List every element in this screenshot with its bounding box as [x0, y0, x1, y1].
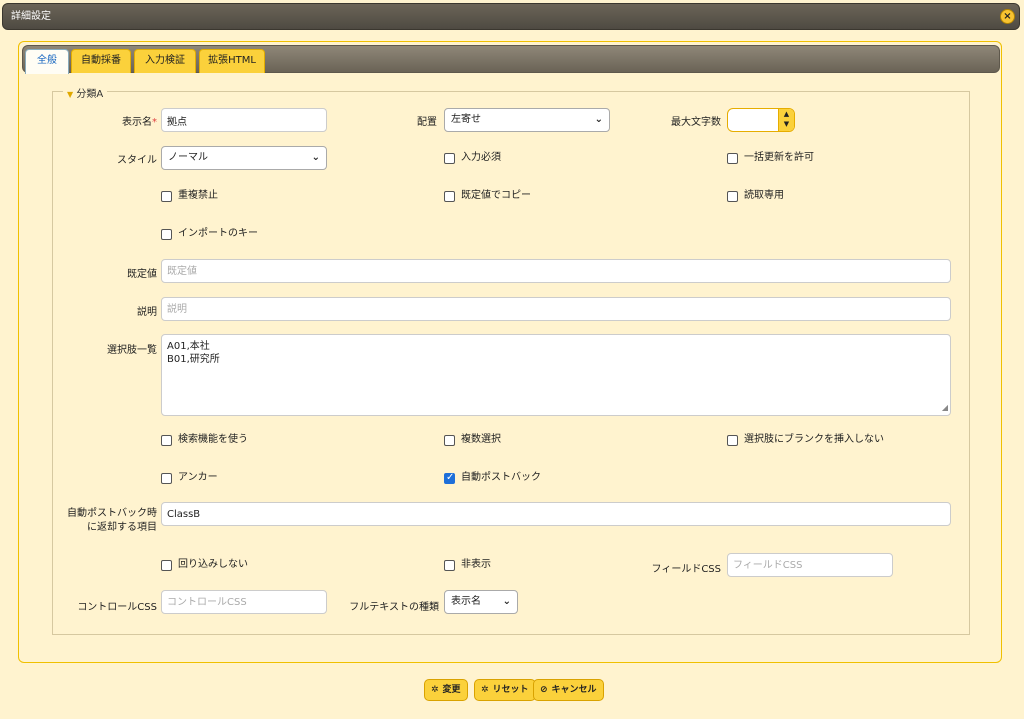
- use-search-checkbox[interactable]: 検索機能を使う: [161, 433, 248, 447]
- checkbox-box[interactable]: [444, 190, 455, 202]
- required-checkbox[interactable]: 入力必須: [444, 151, 501, 165]
- checkbox-box[interactable]: [444, 152, 455, 164]
- multi-select-checkbox[interactable]: 複数選択: [444, 433, 501, 447]
- section-legend[interactable]: ▼ 分類A: [63, 85, 108, 100]
- window-titlebar: 詳細設定 ×: [2, 3, 1020, 30]
- read-only-checkbox[interactable]: 読取専用: [727, 189, 784, 203]
- chevron-down-icon: ⌄: [311, 152, 320, 163]
- chevron-down-icon: ⌄: [594, 114, 603, 125]
- checkbox-box[interactable]: [161, 472, 172, 484]
- bulk-update-checkbox[interactable]: 一括更新を許可: [727, 151, 814, 165]
- cancel-button[interactable]: ⊘ キャンセル: [533, 679, 604, 701]
- default-value-label: 既定値: [127, 269, 157, 280]
- no-blank-checkbox[interactable]: 選択肢にブランクを挿入しない: [727, 433, 884, 447]
- postback-items-label: 自動ポストバック時 に返却する項目: [67, 508, 157, 533]
- control-css-label: コントロールCSS: [77, 602, 157, 613]
- max-length-label: 最大文字数: [671, 117, 721, 128]
- default-value-input[interactable]: [161, 259, 951, 283]
- no-wrap-checkbox[interactable]: 回り込みしない: [161, 558, 248, 572]
- max-length-stepper[interactable]: ▲ ▼: [727, 108, 795, 132]
- section-fieldset: ▼ 分類A 表示名* 配置 左寄せ⌄ 最大文字数 ▲▼ スタイル ノーマル⌄ 入…: [52, 85, 970, 635]
- checkbox-box[interactable]: [161, 434, 172, 446]
- checkbox-box[interactable]: [727, 190, 738, 202]
- chevron-down-icon: ⌄: [502, 596, 511, 607]
- reset-button[interactable]: ✲ リセット: [474, 679, 536, 701]
- checkbox-box[interactable]: [727, 434, 738, 446]
- fulltext-type-label: フルテキストの種類: [349, 602, 439, 613]
- change-button[interactable]: ✲ 変更: [424, 679, 468, 701]
- display-name-label: 表示名*: [122, 117, 157, 128]
- import-key-checkbox[interactable]: インポートのキー: [161, 227, 258, 241]
- tab-bar: 全般 自動採番 入力検証 拡張HTML: [22, 45, 1000, 74]
- tab-validation[interactable]: 入力検証: [134, 49, 196, 73]
- gear-icon: ✲: [481, 685, 489, 695]
- field-css-label: フィールドCSS: [651, 564, 721, 575]
- checkbox-box[interactable]: [161, 559, 172, 571]
- hidden-checkbox[interactable]: 非表示: [444, 558, 491, 572]
- tab-extended-html[interactable]: 拡張HTML: [199, 49, 265, 73]
- resize-grip-icon[interactable]: ◢: [942, 401, 948, 414]
- description-label: 説明: [137, 307, 157, 318]
- control-css-input[interactable]: [161, 590, 327, 614]
- window-title: 詳細設定: [11, 11, 51, 22]
- checkbox-box[interactable]: [444, 559, 455, 571]
- no-duplicate-checkbox[interactable]: 重複禁止: [161, 189, 218, 203]
- collapse-triangle-icon: ▼: [67, 90, 74, 99]
- cancel-icon: ⊘: [540, 685, 548, 695]
- gear-icon: ✲: [431, 685, 439, 695]
- checkbox-box[interactable]: [444, 434, 455, 446]
- stepper-arrows-icon[interactable]: ▲ ▼: [778, 109, 794, 131]
- anchor-checkbox[interactable]: アンカー: [161, 471, 218, 485]
- postback-items-input[interactable]: [161, 502, 951, 526]
- checkbox-box[interactable]: [161, 228, 172, 240]
- field-css-input[interactable]: [727, 553, 893, 577]
- choices-label: 選択肢一覧: [107, 345, 157, 356]
- checkbox-box-checked[interactable]: [444, 471, 455, 485]
- tab-general[interactable]: 全般: [25, 49, 69, 74]
- style-label: スタイル: [117, 155, 157, 166]
- style-select[interactable]: ノーマル ⌄: [161, 146, 327, 170]
- fulltext-type-select[interactable]: 表示名 ⌄: [444, 590, 518, 614]
- choices-textarea[interactable]: A01,本社 B01,研究所 ◢: [161, 334, 951, 416]
- display-name-input[interactable]: [161, 108, 327, 132]
- alignment-select[interactable]: 左寄せ ⌄: [444, 108, 610, 132]
- alignment-label: 配置: [417, 117, 437, 128]
- auto-postback-checkbox[interactable]: 自動ポストバック: [444, 471, 541, 485]
- settings-panel: 全般 自動採番 入力検証 拡張HTML ▼ 分類A 表示名* 配置 左寄せ⌄ 最…: [18, 41, 1002, 663]
- close-icon[interactable]: ×: [1000, 9, 1015, 24]
- checkbox-box[interactable]: [161, 190, 172, 202]
- copy-default-checkbox[interactable]: 既定値でコピー: [444, 189, 531, 203]
- checkbox-box[interactable]: [727, 152, 738, 164]
- tab-auto-numbering[interactable]: 自動採番: [71, 49, 131, 73]
- description-input[interactable]: [161, 297, 951, 321]
